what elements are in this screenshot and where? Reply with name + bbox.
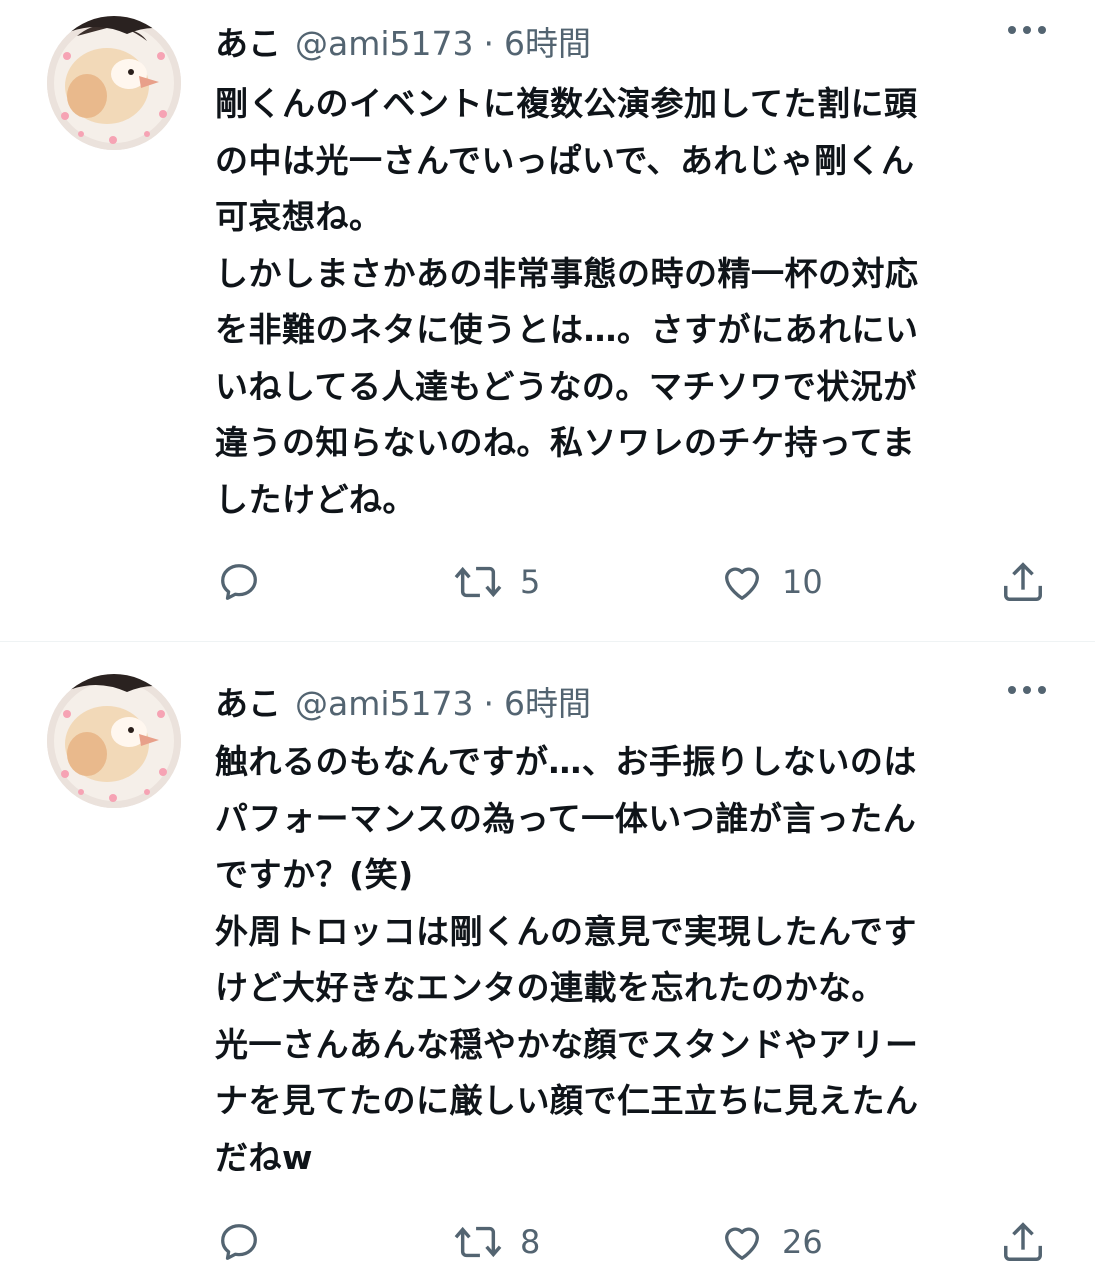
share-button[interactable]: [1000, 1218, 1046, 1266]
tweet[interactable]: あこ @ami5173 · 6時間 触れるのもなんですが…、お手振りしないのは …: [0, 660, 1095, 1280]
reply-icon: [221, 564, 257, 600]
share-button[interactable]: [1000, 558, 1046, 606]
separator-dot: ·: [483, 24, 495, 63]
retweet-count: 5: [520, 563, 541, 601]
retweet-button[interactable]: 5: [452, 558, 540, 606]
author-name[interactable]: あこ: [215, 674, 281, 734]
share-icon: [1004, 562, 1042, 601]
reply-icon: [221, 1224, 257, 1260]
tweet-header: あこ @ami5173 · 6時間: [215, 674, 591, 734]
author-name[interactable]: あこ: [215, 14, 281, 74]
tweet-text: 触れるのもなんですが…、お手振りしないのは パフォーマンスの為って一体いつ誰が言…: [215, 742, 919, 1177]
tweet[interactable]: あこ @ami5173 · 6時間 剛くんのイベントに複数公演参加してた割に頭 …: [0, 0, 1095, 641]
author-handle[interactable]: @ami5173: [295, 674, 474, 734]
tweet-text: 剛くんのイベントに複数公演参加してた割に頭 の中は光一さんでいっぱいで、あれじゃ…: [215, 84, 919, 519]
retweet-icon: [454, 566, 502, 598]
tweet-header: あこ @ami5173 · 6時間: [215, 14, 591, 74]
retweet-icon: [454, 1226, 502, 1258]
retweet-button[interactable]: 8: [452, 1218, 540, 1266]
like-count: 10: [782, 563, 823, 601]
tweet-divider: [0, 641, 1095, 642]
avatar[interactable]: [47, 674, 181, 808]
heart-icon: [725, 567, 759, 600]
author-handle[interactable]: @ami5173: [295, 14, 474, 74]
reply-button[interactable]: [216, 558, 262, 606]
retweet-count: 8: [520, 1223, 541, 1261]
avatar[interactable]: [47, 16, 181, 150]
more-icon[interactable]: [1004, 682, 1050, 698]
share-icon: [1004, 1222, 1042, 1261]
timestamp[interactable]: 6時間: [504, 674, 591, 734]
more-icon[interactable]: [1004, 22, 1050, 38]
separator-dot: ·: [483, 684, 495, 723]
like-count: 26: [782, 1223, 823, 1261]
like-button[interactable]: 26: [718, 1218, 823, 1266]
reply-button[interactable]: [216, 1218, 262, 1266]
heart-icon: [725, 1227, 759, 1260]
timestamp[interactable]: 6時間: [504, 14, 591, 74]
like-button[interactable]: 10: [718, 558, 823, 606]
